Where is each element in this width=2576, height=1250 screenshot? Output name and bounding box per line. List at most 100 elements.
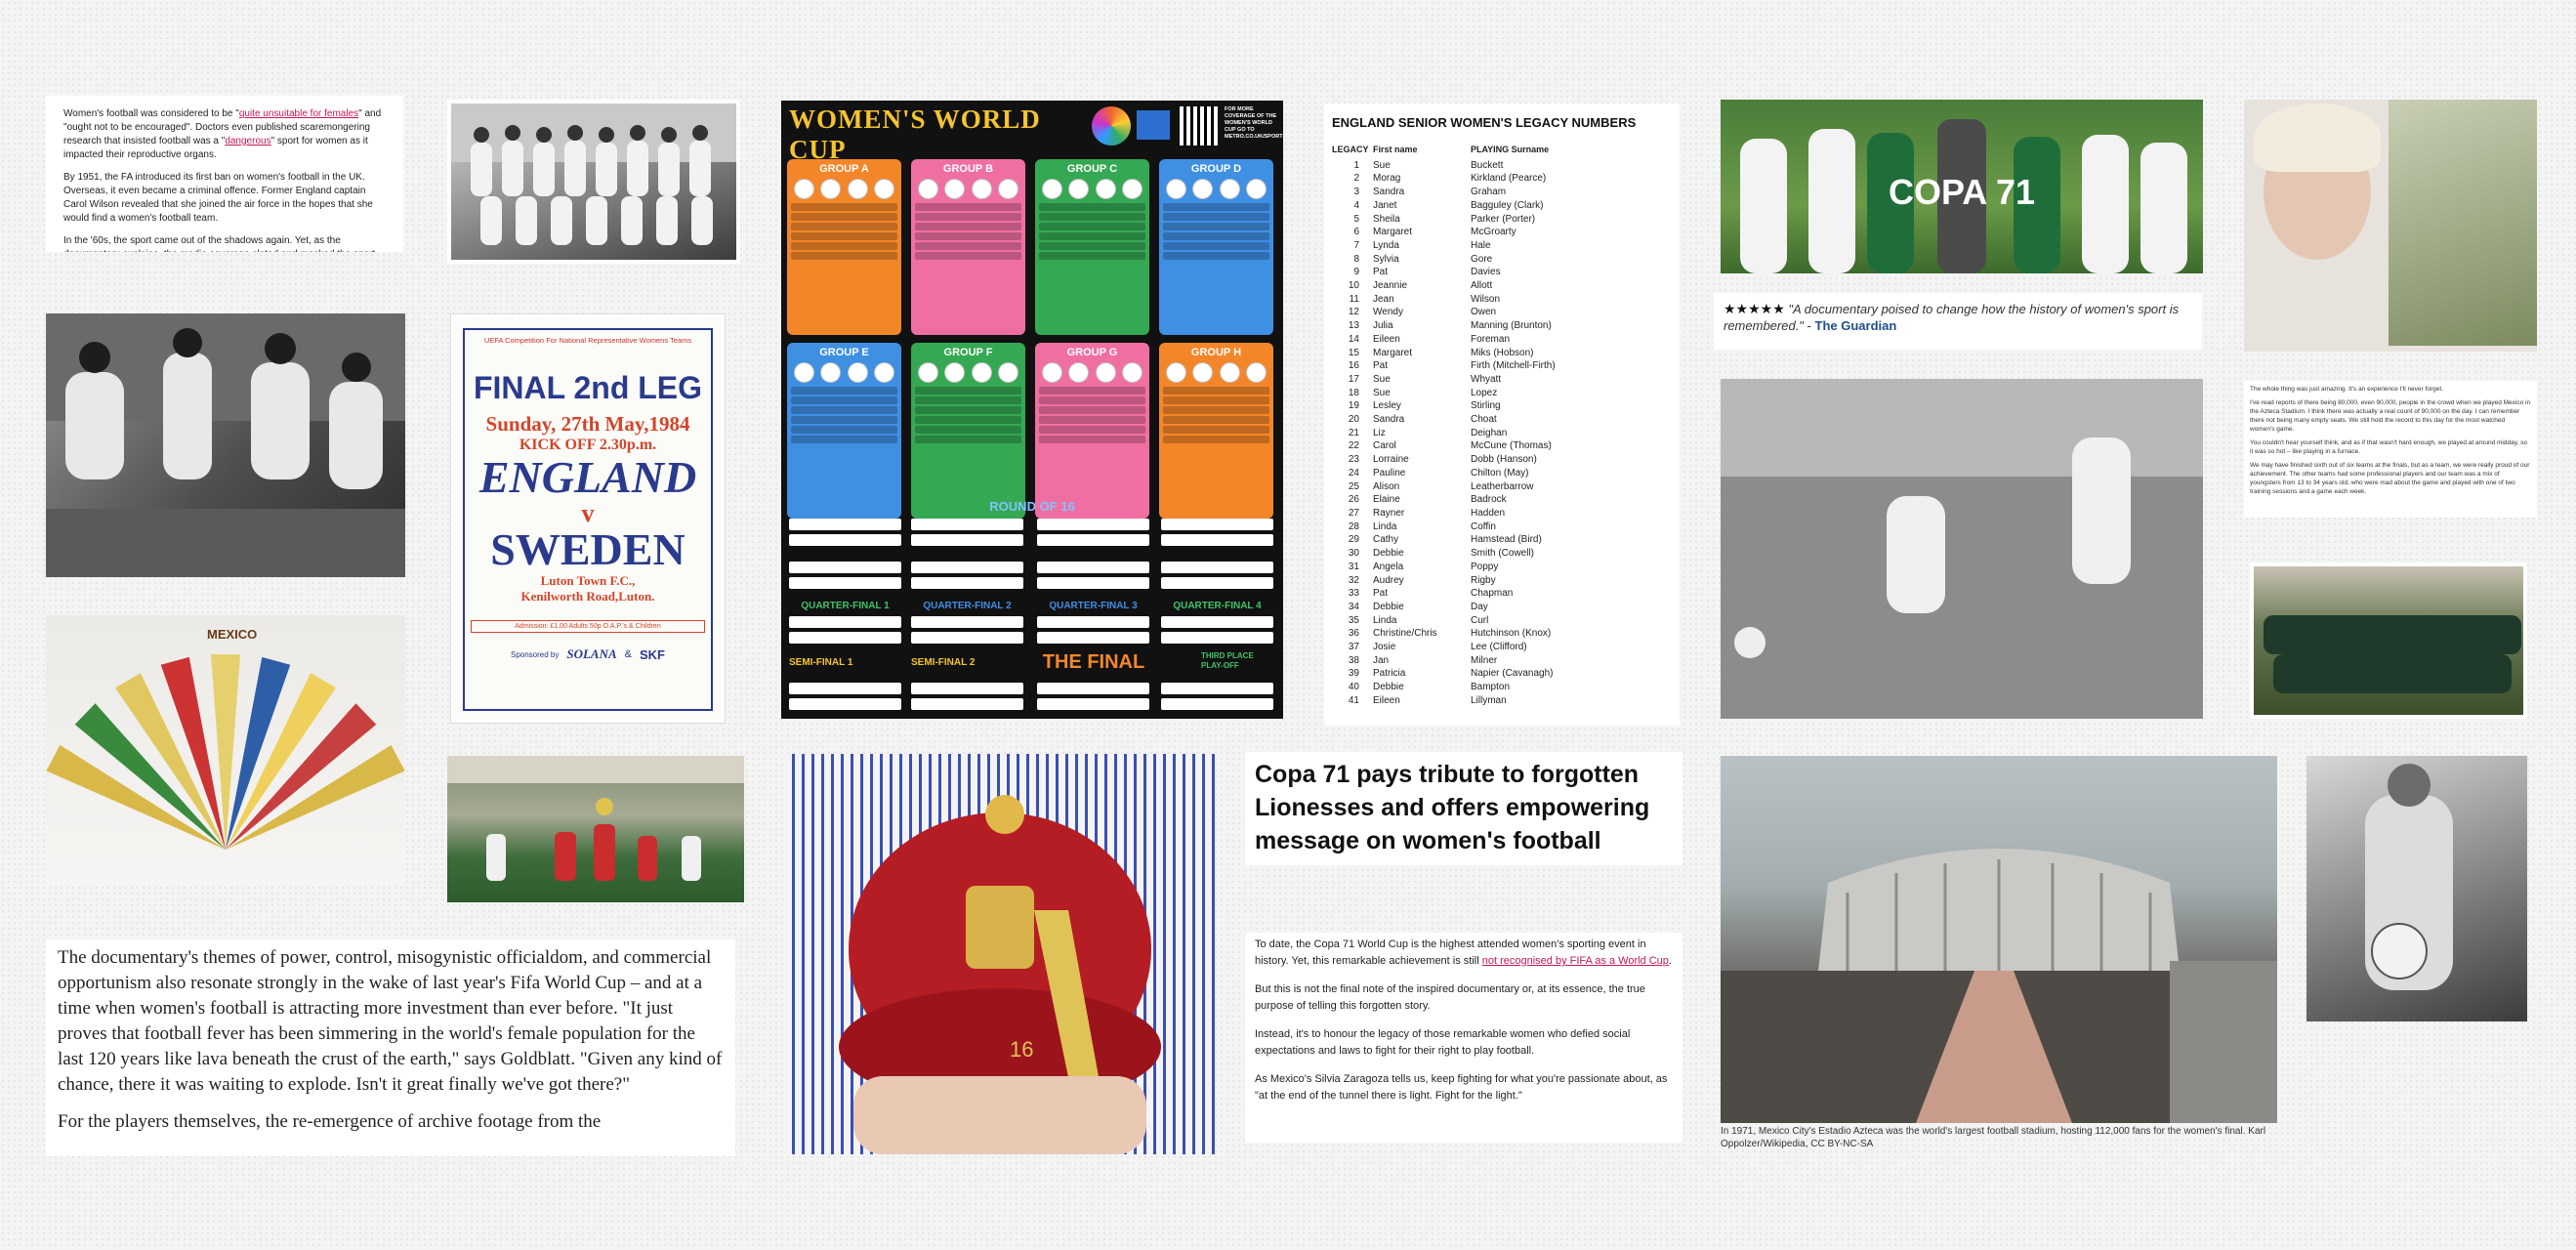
legacy-number: 14 — [1348, 333, 1359, 345]
wwc-qr-text: FOR MORE COVERAGE OF THE WOMEN'S WORLD C… — [1225, 106, 1283, 140]
legacy-row: 9 Pat Davies — [1332, 266, 1672, 279]
poster-sponsor-skf: SKF — [640, 646, 665, 662]
trophy-figures — [447, 756, 744, 881]
poster-versus: v — [581, 499, 595, 527]
legacy-row: 14 Eileen Foreman — [1332, 333, 1672, 347]
legacy-row: 36 Christine/Chris Hutchinson (Knox) — [1332, 627, 1672, 641]
legacy-first-name: Jean — [1373, 293, 1394, 305]
legacy-row: 24 Pauline Chilton (May) — [1332, 467, 1672, 480]
legacy-surname: Firth (Mitchell-Firth) — [1471, 360, 1556, 372]
review-quote: ★★★★★ "A documentary poised to change ho… — [1714, 293, 2202, 350]
legacy-row: 31 Angela Poppy — [1332, 561, 1672, 574]
pennant-label: MEXICO — [207, 627, 258, 642]
legacy-number: 1 — [1353, 159, 1359, 171]
legacy-first-name: Christine/Chris — [1373, 628, 1437, 640]
review-source[interactable]: The Guardian — [1815, 318, 1897, 333]
wwc-wallchart: WOMEN'S WORLD CUP FOR MORE COVERAGE OF T… — [781, 101, 1283, 719]
legacy-first-name: Alison — [1373, 480, 1400, 492]
legacy-first-name: Patricia — [1373, 668, 1406, 680]
legacy-surname: Stirling — [1471, 400, 1501, 412]
testimony-p3: You couldn't hear yourself think, and as… — [2250, 439, 2527, 455]
legacy-surname: Graham — [1471, 187, 1507, 198]
legacy-first-name: Pat — [1373, 267, 1389, 278]
stadium-caption: In 1971, Mexico City's Estadio Azteca wa… — [1721, 1126, 2266, 1149]
legacy-number: 9 — [1353, 267, 1359, 278]
legacy-first-name: Sue — [1373, 373, 1391, 385]
group-c: GROUP C — [1035, 159, 1149, 335]
legacy-number: 26 — [1348, 494, 1359, 506]
action-players — [1721, 379, 2203, 719]
legacy-first-name: Pauline — [1373, 467, 1406, 479]
legacy-surname: Chapman — [1471, 588, 1514, 600]
legacy-surname: Dobb (Hanson) — [1471, 454, 1537, 466]
legacy-row: 25 Alison Leatherbarrow — [1332, 480, 1672, 494]
legacy-number: 27 — [1348, 507, 1359, 519]
legacy-surname: Parker (Porter) — [1471, 213, 1536, 225]
legacy-surname: Coffin — [1471, 521, 1496, 532]
estadio-azteca-photo — [1721, 756, 2277, 1123]
legacy-title: ENGLAND SENIOR WOMEN'S LEGACY NUMBERS — [1332, 115, 1637, 130]
pennants-fan — [46, 654, 405, 850]
legacy-number: 21 — [1348, 427, 1359, 438]
legacy-number: 23 — [1348, 454, 1359, 466]
the-final: THE FINAL — [1042, 651, 1145, 673]
legacy-row: 38 Jan Milner — [1332, 654, 1672, 668]
legacy-first-name: Debbie — [1373, 548, 1404, 560]
legacy-number: 25 — [1348, 480, 1359, 492]
legacy-surname: Poppy — [1471, 561, 1499, 572]
legacy-row: 30 Debbie Smith (Cowell) — [1332, 547, 1672, 561]
legacy-surname: Kirkland (Pearce) — [1471, 173, 1547, 185]
player-testimony: The whole thing was just amazing. It's a… — [2244, 381, 2537, 518]
tribute-paragraph-2: But this is not the final note of the in… — [1255, 983, 1645, 1012]
legacy-surname: Gore — [1471, 253, 1493, 265]
legacy-surname: Wilson — [1471, 293, 1501, 305]
legacy-number: 7 — [1353, 239, 1359, 251]
legacy-row: 1 Sue Buckett — [1332, 159, 1672, 173]
legacy-surname: Leatherbarrow — [1471, 480, 1534, 492]
cap-number: 16 — [1010, 1037, 1034, 1062]
dangerous-link[interactable]: dangerous — [225, 136, 270, 146]
legacy-number: 20 — [1348, 414, 1359, 426]
changing-room-photo — [46, 313, 405, 577]
legacy-surname: Foreman — [1471, 333, 1511, 345]
legacy-number: 30 — [1348, 548, 1359, 560]
unsuitable-link[interactable]: quite unsuitable for females — [239, 108, 358, 119]
legacy-first-name: Angela — [1373, 561, 1404, 572]
article-body: To date, the Copa 71 World Cup is the hi… — [1245, 933, 1683, 1143]
legacy-number: 8 — [1353, 253, 1359, 265]
wwc-logo — [1092, 106, 1131, 146]
lineup-players — [2264, 615, 2521, 693]
semi-final-2: SEMI-FINAL 2 — [911, 657, 976, 668]
legacy-row: 37 Josie Lee (Clifford) — [1332, 641, 1672, 654]
semi-final-1: SEMI-FINAL 1 — [789, 657, 853, 668]
legacy-number: 41 — [1348, 694, 1359, 706]
testimony-p4: We may have finished sixth out of six te… — [2250, 462, 2530, 495]
legacy-row: 17 Sue Whyatt — [1332, 373, 1672, 387]
legacy-row: 35 Linda Curl — [1332, 614, 1672, 628]
group-b: GROUP B — [911, 159, 1025, 335]
legacy-col-number: LEGACY — [1332, 145, 1369, 154]
testimony-p2: I've read reports of there being 80,000,… — [2250, 399, 2531, 433]
fifa-recognition-link[interactable]: not recognised by FIFA as a World Cup — [1482, 955, 1669, 967]
legacy-first-name: Jeannie — [1373, 280, 1408, 292]
legacy-surname: Chilton (May) — [1471, 467, 1529, 479]
legacy-row: 40 Debbie Bampton — [1332, 681, 1672, 694]
legacy-row: 33 Pat Chapman — [1332, 587, 1672, 601]
group-g: GROUP G — [1035, 343, 1149, 519]
legacy-first-name: Sheila — [1373, 213, 1400, 225]
legacy-number: 22 — [1348, 440, 1359, 452]
legacy-numbers-sheet: ENGLAND SENIOR WOMEN'S LEGACY NUMBERS LE… — [1324, 104, 1680, 726]
third-place-playoff: THIRD PLACE PLAY-OFF — [1201, 651, 1254, 670]
legacy-surname: Badrock — [1471, 494, 1507, 506]
legacy-surname: Buckett — [1471, 159, 1504, 171]
legacy-number: 31 — [1348, 561, 1359, 572]
legacy-first-name: Pat — [1373, 588, 1389, 600]
legacy-number: 28 — [1348, 521, 1359, 532]
legacy-row: 4 Janet Bagguley (Clark) — [1332, 199, 1672, 213]
copa71-team-photo: COPA 71 — [1721, 100, 2203, 273]
legacy-surname: Whyatt — [1471, 373, 1502, 385]
pennants-photo: MEXICO — [46, 615, 405, 885]
poster-sponsored-label: Sponsored by — [510, 649, 560, 659]
legacy-row: 12 Wendy Owen — [1332, 306, 1672, 319]
trophy-celebration-photo — [447, 756, 744, 902]
